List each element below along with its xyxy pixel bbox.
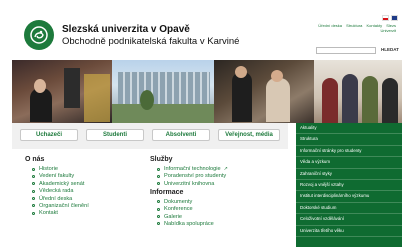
university-logo[interactable]: [24, 20, 54, 50]
bullet-icon: [157, 174, 160, 178]
external-link-icon: ↗: [223, 166, 228, 172]
list-item[interactable]: Akademický senát: [32, 181, 89, 187]
banner-photo-ceremony: [214, 60, 314, 123]
side-menu: Aktuality Struktura Informační stránky p…: [296, 123, 402, 247]
top-link[interactable]: Úřední deska: [318, 23, 342, 28]
side-menu-item[interactable]: Celoživotní vzdělávání: [296, 214, 402, 226]
top-link[interactable]: Struktura: [346, 23, 362, 28]
list-item[interactable]: Univerzitní knihovna: [157, 181, 228, 187]
side-menu-item[interactable]: Doktorské studium: [296, 203, 402, 215]
services-section: Služby Informační technologie ↗ Poradenst…: [150, 156, 228, 228]
banner-photo-graduation: [12, 60, 112, 123]
bullet-icon: [32, 211, 35, 215]
list-item[interactable]: Úřední deska: [32, 196, 89, 202]
list-item[interactable]: Informační technologie ↗: [157, 166, 228, 172]
top-link-line2[interactable]: Univerzit: [315, 28, 396, 33]
about-section: O nás Historie Vedení fakulty Akademický…: [25, 156, 89, 218]
list-item[interactable]: Vědecká rada: [32, 188, 89, 194]
list-item[interactable]: Nabídka spolupráce: [157, 221, 228, 227]
bullet-icon: [32, 189, 35, 193]
site-subtitle: Obchodně podnikatelská fakulta v Karviné: [62, 36, 240, 47]
audience-tabs: Uchazeči Studenti Absolventi Veřejnost, …: [12, 123, 288, 149]
list-item[interactable]: Kontakt: [32, 210, 89, 216]
side-menu-item[interactable]: Struktura: [296, 134, 402, 146]
side-menu-item[interactable]: Aktuality: [296, 123, 402, 135]
language-switcher: [382, 15, 398, 21]
tab-absolventi[interactable]: Absolventi: [152, 129, 210, 141]
bullet-icon: [157, 200, 160, 204]
search-button[interactable]: HLEDAT: [381, 47, 399, 52]
bullet-icon: [32, 182, 35, 186]
tab-uchazeci[interactable]: Uchazeči: [20, 129, 78, 141]
flag-cz-icon[interactable]: [382, 15, 389, 21]
list-item[interactable]: Poradenství pro studenty: [157, 173, 228, 179]
side-menu-item[interactable]: Zahraniční styky: [296, 169, 402, 180]
bullet-icon: [32, 174, 35, 178]
side-menu-item[interactable]: Rozvoj a vnější vztahy: [296, 180, 402, 192]
bullet-icon: [157, 182, 160, 186]
side-menu-item[interactable]: Univerzita třetího věku: [296, 226, 402, 237]
side-menu-item[interactable]: Věda a výzkum: [296, 157, 402, 169]
section-heading-o-nas: O nás: [25, 156, 45, 163]
list-item[interactable]: Konference: [157, 206, 228, 212]
bullet-icon: [157, 222, 160, 226]
side-menu-item[interactable]: Institut interdisciplinárního výzkumu: [296, 191, 402, 203]
photo-banner: [12, 60, 402, 123]
bullet-icon: [32, 204, 35, 208]
bullet-icon: [32, 167, 35, 171]
list-item[interactable]: Historie: [32, 166, 89, 172]
logo-emblem-icon: [30, 26, 48, 44]
list-item[interactable]: Organizační členění: [32, 203, 89, 209]
side-menu-item[interactable]: Informační stránky pro studenty: [296, 146, 402, 158]
header: Slezská univerzita v Opavě Obchodně podn…: [0, 0, 402, 60]
list-item[interactable]: Dokumenty: [157, 199, 228, 205]
tab-verejnost-media[interactable]: Veřejnost, média: [218, 129, 280, 141]
bullet-icon: [157, 167, 160, 171]
banner-photo-students: [314, 60, 402, 123]
bullet-icon: [32, 197, 35, 201]
top-links: Úřední deska Struktura Kontakty Slezs Un…: [315, 23, 396, 33]
section-heading-sluzby: Služby: [150, 156, 173, 163]
bullet-icon: [157, 215, 160, 219]
bullet-icon: [157, 207, 160, 211]
flag-en-icon[interactable]: [391, 15, 398, 21]
section-heading-informace: Informace: [150, 188, 184, 196]
banner-photo-building: [112, 60, 214, 123]
search-input[interactable]: [316, 47, 376, 54]
list-item[interactable]: Galerie: [157, 214, 228, 220]
list-item[interactable]: Vedení fakulty: [32, 173, 89, 179]
tab-studenti[interactable]: Studenti: [86, 129, 144, 141]
site-title[interactable]: Slezská univerzita v Opavě: [62, 24, 190, 35]
